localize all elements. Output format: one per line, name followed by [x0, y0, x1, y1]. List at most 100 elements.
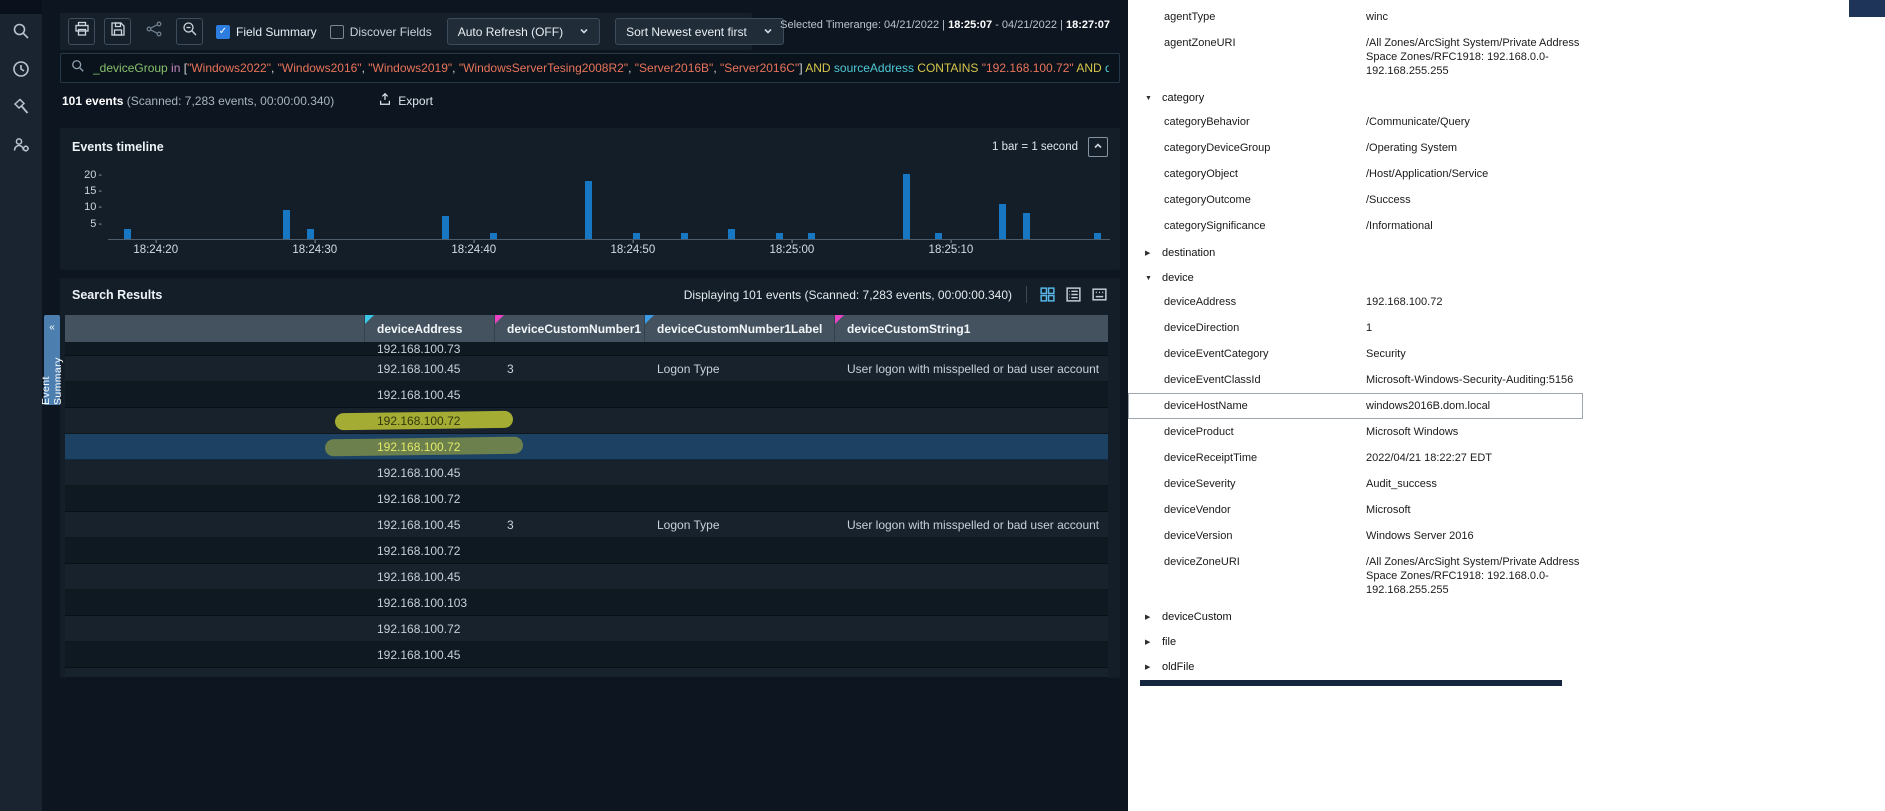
table-row[interactable]	[65, 668, 1108, 678]
table-row[interactable]: 192.168.100.72	[65, 434, 1108, 460]
print-button[interactable]	[68, 18, 95, 45]
share-button[interactable]	[140, 18, 167, 45]
timeline-bar[interactable]	[680, 232, 688, 239]
timeline-bar[interactable]	[998, 203, 1006, 239]
details-section-file[interactable]: ▶ file	[1128, 628, 1885, 653]
save-button[interactable]	[104, 18, 131, 45]
details-field-deviceVendor[interactable]: deviceVendor Microsoft	[1128, 497, 1583, 523]
details-field-deviceReceiptTime[interactable]: deviceReceiptTime 2022/04/21 18:22:27 EDT	[1128, 445, 1583, 471]
horizontal-scrollbar[interactable]	[1140, 680, 1562, 686]
table-row[interactable]: 192.168.100.103	[65, 590, 1108, 616]
details-field-deviceEventClassId[interactable]: deviceEventClassId Microsoft-Windows-Secu…	[1128, 367, 1583, 393]
table-row[interactable]: 192.168.100.45 3 Logon Type User logon with…	[65, 512, 1108, 538]
column-header-deviceCustomNumber1Label[interactable]: deviceCustomNumber1Label	[645, 315, 835, 342]
list-view-icon[interactable]	[1065, 286, 1082, 303]
sidebar-item-user-admin[interactable]	[0, 128, 42, 166]
column-header-blank[interactable]	[65, 315, 365, 342]
column-header-deviceCustomString1[interactable]: deviceCustomString1	[835, 315, 1108, 342]
timeline-bar[interactable]	[935, 232, 943, 239]
timeline-bar[interactable]	[632, 232, 640, 239]
results-displaying-wrap: Displaying 101 events (Scanned: 7,283 ev…	[684, 286, 1108, 303]
save-icon	[110, 21, 126, 42]
timeline-bar[interactable]	[776, 232, 783, 239]
timeline-bar[interactable]	[1022, 213, 1030, 239]
details-field-deviceProduct[interactable]: deviceProduct Microsoft Windows	[1128, 419, 1583, 445]
column-header-deviceAddress[interactable]: deviceAddress	[365, 315, 495, 342]
details-section-deviceCustom[interactable]: ▶ deviceCustom	[1128, 603, 1885, 628]
details-field-categoryBehavior[interactable]: categoryBehavior/Communicate/Query	[1128, 109, 1583, 135]
collapse-timeline-button[interactable]	[1088, 137, 1108, 157]
export-button[interactable]: Export	[378, 92, 433, 109]
timeline-bar[interactable]	[306, 229, 314, 239]
timeline-bar[interactable]	[123, 229, 131, 239]
table-cell	[645, 486, 835, 511]
column-header-deviceCustomNumber1[interactable]: deviceCustomNumber1	[495, 315, 645, 342]
query-token: "Windows2019"	[368, 61, 453, 75]
sidebar-item-activity[interactable]	[0, 52, 42, 90]
sort-dropdown[interactable]: Sort Newest event first	[615, 18, 784, 45]
timeline-bar[interactable]	[903, 174, 911, 239]
timeline-bar[interactable]	[585, 180, 593, 239]
details-section-oldFile[interactable]: ▶ oldFile	[1128, 653, 1885, 678]
table-cell	[645, 642, 835, 667]
table-row[interactable]: 192.168.100.72	[65, 408, 1108, 434]
sidebar	[0, 0, 42, 811]
table-row[interactable]: 192.168.100.45 3 Logon Type User logon with…	[65, 356, 1108, 382]
details-field-categoryDeviceGroup[interactable]: categoryDeviceGroup/Operating System	[1128, 135, 1583, 161]
table-row[interactable]: 192.168.100.72	[65, 538, 1108, 564]
clock-icon	[12, 60, 30, 83]
table-row[interactable]: 192.168.100.72	[65, 486, 1108, 512]
field-summary-checkbox[interactable]: ✓ Field Summary	[216, 24, 317, 39]
query-token: AND	[1076, 61, 1106, 75]
table-row[interactable]: 192.168.100.72	[65, 616, 1108, 642]
details-field-deviceDirection[interactable]: deviceDirection 1	[1128, 315, 1583, 341]
results-table: deviceAddress deviceCustomNumber1 deviceCu…	[65, 315, 1108, 678]
details-field-deviceEventCategory[interactable]: deviceEventCategory Security	[1128, 341, 1583, 367]
zoom-out-button[interactable]	[176, 18, 203, 45]
table-row[interactable]: 192.168.100.45	[65, 460, 1108, 486]
table-cell	[645, 434, 835, 459]
details-field-deviceHostName[interactable]: deviceHostName windows2016B.dom.local	[1128, 393, 1583, 419]
details-field-agentZoneURI[interactable]: agentZoneURI/All Zones/ArcSight System/P…	[1128, 30, 1583, 84]
details-field-categoryObject[interactable]: categoryObject/Host/Application/Service	[1128, 161, 1583, 187]
table-cell	[65, 434, 365, 459]
timeline-bar[interactable]	[1094, 232, 1102, 239]
table-row[interactable]: 192.168.100.45	[65, 564, 1108, 590]
details-section-category[interactable]: ▼ category	[1128, 84, 1885, 109]
raw-view-icon[interactable]	[1091, 286, 1108, 303]
table-cell	[495, 564, 645, 589]
search-query-bar[interactable]: _deviceGroup in ["Windows2022", "Windows…	[60, 53, 1120, 83]
timeline-bar[interactable]	[489, 232, 497, 239]
details-field-deviceVersion[interactable]: deviceVersion Windows Server 2016	[1128, 523, 1583, 549]
details-field-name: deviceHostName	[1164, 400, 1248, 412]
sidebar-item-search[interactable]	[0, 14, 42, 52]
details-field-deviceAddress[interactable]: deviceAddress 192.168.100.72	[1128, 289, 1583, 315]
table-row[interactable]: 192.168.100.73	[65, 342, 1108, 356]
details-field-deviceSeverity[interactable]: deviceSeverity Audit_success	[1128, 471, 1583, 497]
chevron-down-icon: ▼	[1145, 94, 1152, 102]
timeline-bar[interactable]	[442, 216, 449, 239]
details-field-deviceZoneURI[interactable]: deviceZoneURI/All Zones/ArcSight System/…	[1128, 549, 1583, 603]
details-field-categorySignificance[interactable]: categorySignificance/Informational	[1128, 213, 1583, 239]
print-icon	[74, 21, 90, 42]
details-field-value: Audit_success	[1366, 478, 1437, 490]
event-summary-tab[interactable]: Event Summary	[40, 315, 64, 405]
sidebar-item-tools[interactable]	[0, 90, 42, 128]
auto-refresh-dropdown[interactable]: Auto Refresh (OFF)	[446, 18, 601, 45]
details-field-agentType[interactable]: agentType winc	[1128, 4, 1583, 30]
grid-view-icon[interactable]	[1039, 286, 1056, 303]
timeline-bar[interactable]	[807, 232, 815, 239]
details-section-device[interactable]: ▼ device	[1128, 264, 1885, 289]
details-field-categoryOutcome[interactable]: categoryOutcome/Success	[1128, 187, 1583, 213]
details-section-destination[interactable]: ▶ destination	[1128, 239, 1885, 264]
column-flag-icon	[835, 315, 844, 324]
cell-text: 192.168.100.103	[377, 595, 468, 610]
table-row[interactable]: 192.168.100.45	[65, 642, 1108, 668]
timeline-bar[interactable]	[282, 209, 290, 239]
timeline-bar[interactable]	[728, 229, 736, 239]
discover-fields-checkbox[interactable]: Discover Fields	[329, 24, 432, 39]
details-field-value: /Host/Application/Service	[1366, 168, 1489, 180]
share-icon	[146, 21, 162, 42]
table-row[interactable]: 192.168.100.45	[65, 382, 1108, 408]
query-token: "192.168.100.72"	[981, 61, 1077, 75]
